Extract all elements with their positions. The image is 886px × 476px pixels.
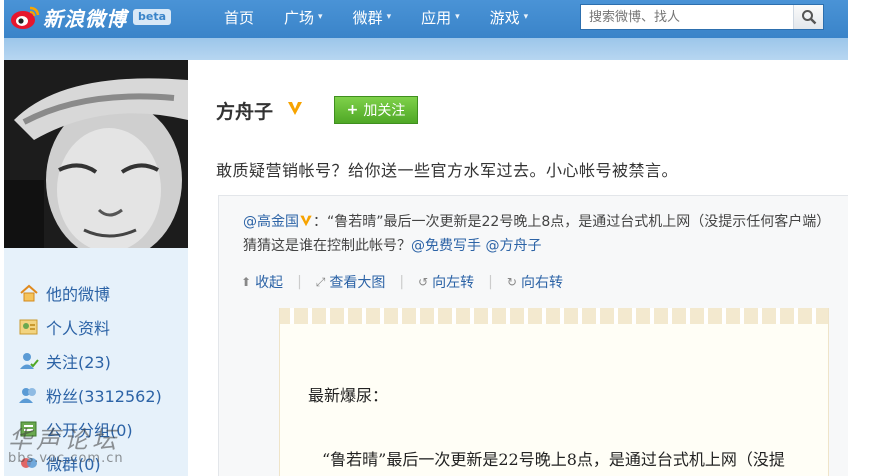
- repost-card: @高金国 ：“鲁若晴”最后一次更新是22号晚上8点，是通过台式机上网（没提示任何客…: [218, 195, 848, 476]
- sidebar-item-profile[interactable]: 个人资料: [18, 310, 162, 344]
- rotate-right-icon: ↻: [506, 275, 517, 289]
- follow-button-label: 加关注: [363, 103, 406, 119]
- action-label: 查看大图: [329, 275, 386, 291]
- fans-icon: [18, 385, 40, 405]
- avatar-photo: [4, 60, 188, 248]
- nav-item-square[interactable]: 广场 ▾: [284, 7, 323, 28]
- divider: |: [399, 274, 405, 290]
- mention-link[interactable]: @方舟子: [485, 238, 541, 254]
- search-button[interactable]: [793, 5, 823, 29]
- logo-text: 新浪微博: [43, 6, 127, 31]
- watermark-url: bbs.voc.com.cn: [8, 451, 124, 466]
- weibo-eye-icon: [10, 4, 40, 30]
- search-box: [580, 4, 824, 30]
- nav-label: 首页: [224, 8, 255, 27]
- nav-item-home[interactable]: 首页: [224, 7, 254, 28]
- chevron-down-icon: ▾: [455, 12, 460, 22]
- image-title-text: 最新爆尿：: [308, 386, 389, 405]
- sidebar-item-label: 粉丝(3312562): [46, 387, 162, 406]
- chevron-down-icon: ▾: [386, 12, 392, 22]
- action-label: 向左转: [432, 275, 475, 291]
- mention-link[interactable]: @免费写手: [411, 238, 481, 254]
- beta-badge: beta: [133, 9, 172, 25]
- action-label: 向右转: [520, 275, 563, 291]
- plus-icon: +: [346, 102, 359, 118]
- watermark-title: 华声论坛: [8, 426, 120, 454]
- top-nav-bar: 新浪微博 beta 首页 广场 ▾ 微群 ▾ 应用 ▾ 游戏 ▾: [4, 0, 848, 38]
- verified-v-icon: [300, 215, 312, 227]
- sidebar-item-label: 关注(23): [46, 353, 111, 372]
- follow-button[interactable]: + 加关注: [334, 96, 418, 124]
- search-icon: [801, 10, 816, 25]
- search-input[interactable]: [581, 5, 793, 29]
- avatar[interactable]: [4, 60, 188, 248]
- sidebar-item-following[interactable]: 关注(23): [18, 344, 162, 378]
- weibo-logo[interactable]: 新浪微博 beta: [10, 2, 172, 32]
- nav-label: 应用: [421, 8, 452, 27]
- expand-icon: ⤢: [315, 274, 326, 289]
- sidebar: 他的微博 个人资料 关注(23) 粉丝(3312562) 公开分组(0) 微群(…: [4, 60, 188, 476]
- chevron-down-icon: ▾: [318, 12, 323, 22]
- sidebar-item-fans[interactable]: 粉丝(3312562): [18, 378, 162, 412]
- nav-label: 微群: [352, 8, 383, 27]
- repost-text: @高金国 ：“鲁若晴”最后一次更新是22号晚上8点，是通过台式机上网（没提示任何客…: [243, 210, 843, 258]
- following-icon: [18, 351, 40, 371]
- divider: |: [488, 274, 493, 290]
- rotate-left-icon: ↺: [418, 275, 429, 289]
- view-large-button[interactable]: ⤢ 查看大图: [316, 272, 386, 292]
- rotate-right-button[interactable]: ↻ 向右转: [507, 272, 563, 292]
- action-label: 收起: [255, 275, 284, 291]
- nav-label: 广场: [284, 8, 315, 27]
- profile-name[interactable]: 方舟子: [216, 97, 273, 124]
- sidebar-item-weibo[interactable]: 他的微博: [18, 276, 162, 310]
- watermark: 华声论坛 bbs.voc.com.cn: [8, 420, 124, 466]
- profile-card-icon: [18, 317, 40, 337]
- nav-label: 游戏: [489, 8, 520, 27]
- home-icon: [18, 283, 40, 303]
- divider: |: [297, 274, 302, 290]
- sidebar-item-label: 个人资料: [46, 319, 111, 338]
- sidebar-item-label: 他的微博: [46, 285, 111, 304]
- nav-item-apps[interactable]: 应用 ▾: [421, 7, 460, 28]
- nav-item-weiqun[interactable]: 微群 ▾: [353, 7, 392, 28]
- collapse-button[interactable]: ⬆ 收起: [241, 272, 283, 292]
- verified-v-icon: [287, 100, 303, 120]
- post-text: 敢质疑营销帐号？给你送一些官方水军过去。小心帐号被禁言。: [216, 161, 679, 180]
- image-decorative-border: [280, 308, 828, 324]
- image-actions: ⬆ 收起 | ⤢ 查看大图 | ↺ 向左转 | ↻ 向右转: [241, 272, 563, 292]
- chevron-down-icon: ▾: [523, 12, 529, 22]
- header-strip: [4, 38, 848, 60]
- rotate-left-button[interactable]: ↺ 向左转: [418, 272, 474, 292]
- repost-image[interactable]: 最新爆尿： “鲁若晴”最后一次更新是22号晚上8点，是通过台式机上网（没提: [279, 308, 829, 476]
- repost-author-link[interactable]: @高金国: [243, 214, 299, 230]
- arrow-up-icon: ⬆: [241, 275, 252, 289]
- image-body-text: “鲁若晴”最后一次更新是22号晚上8点，是通过台式机上网（没提: [322, 450, 785, 469]
- nav-item-games[interactable]: 游戏 ▾: [490, 7, 529, 28]
- main-nav: 首页 广场 ▾ 微群 ▾ 应用 ▾ 游戏 ▾: [224, 0, 558, 34]
